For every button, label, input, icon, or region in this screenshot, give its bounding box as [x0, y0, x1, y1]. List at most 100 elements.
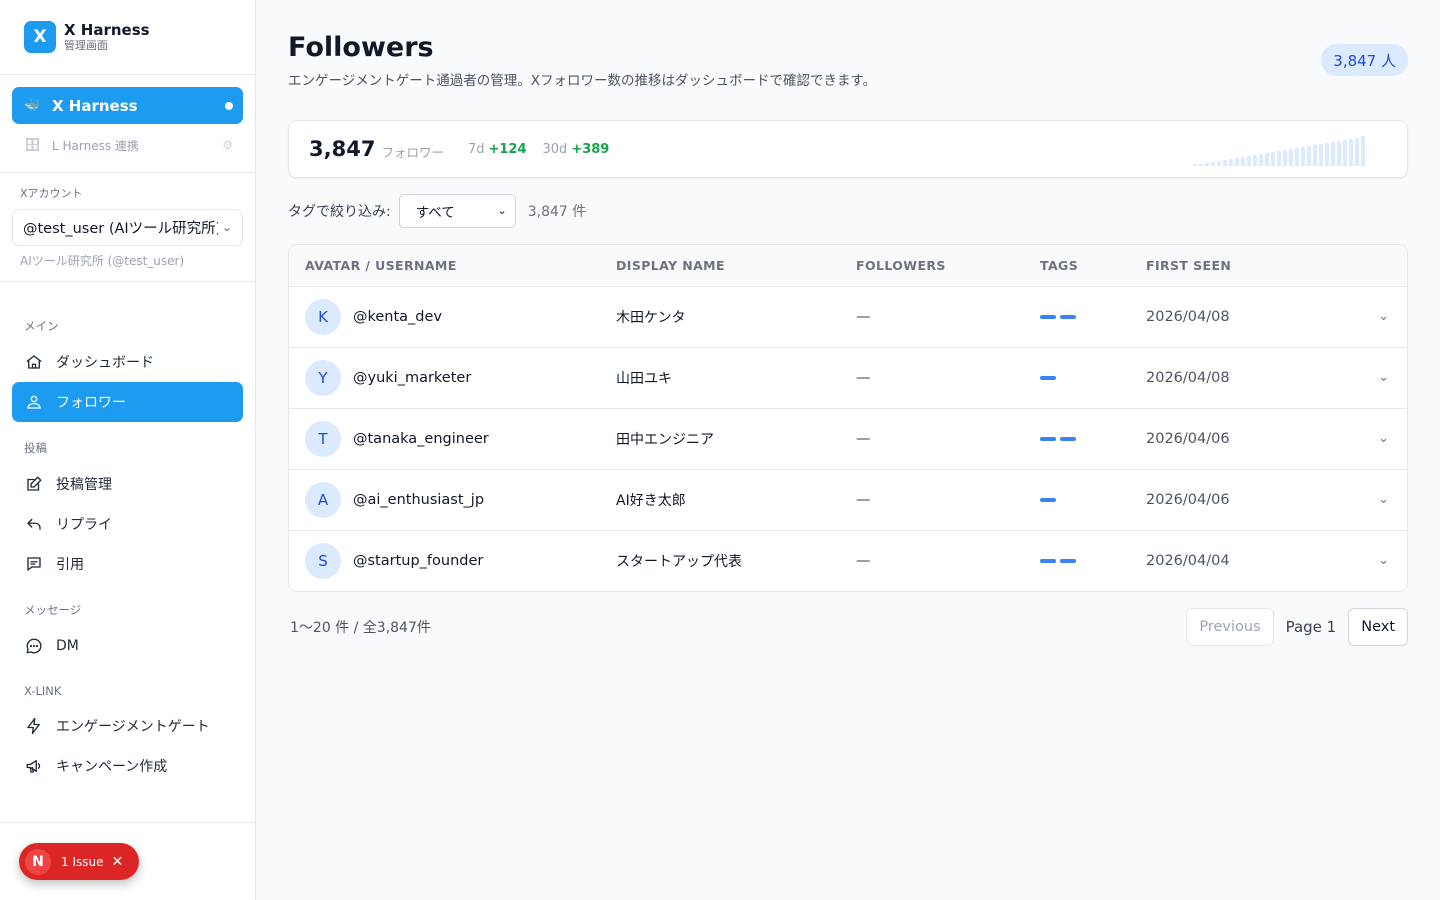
table-row[interactable]: S @startup_founder スタートアップ代表 — 2026/04/04 ⌄	[289, 530, 1407, 591]
sparkline-bar	[1289, 149, 1293, 166]
chevron-down-icon[interactable]: ⌄	[1378, 431, 1389, 446]
sparkline-bar	[1211, 162, 1215, 166]
username: @tanaka_engineer	[353, 430, 489, 447]
chevron-down-icon[interactable]: ⌄	[1378, 553, 1389, 568]
nav-section-posts: 投稿	[24, 441, 47, 455]
previous-button[interactable]: Previous	[1186, 608, 1274, 646]
user-cell: S @startup_founder	[305, 542, 616, 579]
issue-indicator[interactable]: N 1 Issue ✕	[19, 843, 139, 880]
tag-chip	[1040, 314, 1056, 319]
col-header-username[interactable]: AVATAR / USERNAME	[289, 245, 616, 287]
sparkline-bar	[1361, 136, 1365, 166]
avatar: S	[305, 542, 341, 579]
sparkline-bar	[1217, 161, 1221, 166]
sparkline-bar	[1271, 152, 1275, 166]
sparkline-bar	[1331, 142, 1335, 166]
avatar: A	[305, 481, 341, 518]
chevron-down-icon: ⌄	[497, 204, 507, 217]
chat-bubble-icon	[24, 636, 44, 656]
sidebar-item-reply[interactable]: リプライ	[12, 504, 243, 544]
tag-list	[1040, 375, 1146, 380]
chevron-down-icon[interactable]: ⌄	[1378, 309, 1389, 324]
close-icon[interactable]: ✕	[111, 854, 123, 870]
followers-count: —	[856, 491, 871, 508]
sidebar-item-label: DM	[56, 638, 79, 654]
tag-filter-select[interactable]: すべて ⌄	[398, 194, 516, 228]
tag-chip	[1040, 436, 1056, 441]
brand-title: X Harness	[64, 21, 150, 39]
app-switcher: 🐳 X Harness 🗄 L Harness 連携 ⚙	[0, 75, 255, 173]
nav-section-messages: メッセージ	[24, 603, 82, 617]
sparkline-bar	[1301, 147, 1305, 166]
account-label: Xアカウント	[20, 187, 83, 200]
chevron-down-icon[interactable]: ⌄	[1378, 370, 1389, 385]
sparkline-bar	[1313, 145, 1317, 166]
app-x-harness[interactable]: 🐳 X Harness	[12, 87, 243, 124]
active-dot	[225, 102, 233, 110]
stats-total-label: フォロワー	[381, 144, 444, 160]
first-seen-date: 2026/04/06	[1146, 430, 1230, 447]
brand-subtitle: 管理画面	[64, 39, 108, 52]
col-header-tags[interactable]: TAGS	[1040, 245, 1146, 287]
account-select-value: @test_user (AIツール研究所)	[23, 221, 222, 237]
sidebar-item-engagement-gate[interactable]: エンゲージメントゲート	[12, 706, 243, 746]
next-button[interactable]: Next	[1348, 608, 1408, 646]
followers-count: —	[856, 308, 871, 325]
followers-count: —	[856, 369, 871, 386]
sparkline-bar	[1193, 164, 1197, 166]
tag-chip	[1060, 436, 1076, 441]
message-square-icon	[24, 554, 44, 574]
tag-filter-label: タグで絞り込み:	[288, 204, 391, 220]
pagination-info: 1〜20 件 / 全3,847件	[290, 620, 431, 636]
sidebar-item-dashboard[interactable]: ダッシュボード	[12, 342, 243, 382]
table-row[interactable]: A @ai_enthusiast_jp AI好き太郎 — 2026/04/06 ⌄	[289, 469, 1407, 531]
display-name: 田中エンジニア	[616, 431, 714, 448]
pagination: 1〜20 件 / 全3,847件 Previous Page 1 Next	[288, 592, 1408, 662]
reply-icon	[24, 514, 44, 534]
sparkline-bar	[1295, 148, 1299, 166]
avatar: Y	[305, 359, 341, 396]
page-indicator: Page 1	[1285, 618, 1337, 636]
sparkline-bar	[1259, 154, 1263, 166]
first-seen-date: 2026/04/06	[1146, 491, 1230, 508]
sparkline-bar	[1355, 138, 1359, 166]
account-select[interactable]: @test_user (AIツール研究所) ⌄	[12, 209, 243, 246]
app-l-harness[interactable]: 🗄 L Harness 連携 ⚙	[12, 128, 243, 162]
first-seen-date: 2026/04/08	[1146, 369, 1230, 386]
stats-7d-delta: +124	[488, 141, 527, 157]
stats-total: 3,847	[309, 137, 376, 161]
tag-chip	[1040, 375, 1056, 380]
table-row[interactable]: T @tanaka_engineer 田中エンジニア — 2026/04/06 ⌄	[289, 408, 1407, 470]
sparkline-bar	[1247, 156, 1251, 166]
sparkline-bar	[1199, 164, 1203, 166]
tag-chip	[1040, 497, 1056, 502]
gear-icon[interactable]: ⚙	[222, 138, 233, 152]
sidebar-item-followers[interactable]: フォロワー	[12, 382, 243, 422]
follower-count-badge: 3,847 人	[1321, 44, 1408, 76]
sidebar-item-label: エンゲージメントゲート	[56, 719, 210, 735]
app-l-harness-label: L Harness 連携	[52, 138, 139, 153]
sidebar-item-dm[interactable]: DM	[12, 626, 243, 666]
issue-letter: N	[25, 848, 51, 875]
sidebar-item-quote[interactable]: 引用	[12, 544, 243, 584]
issue-label: 1 Issue	[61, 854, 104, 869]
col-header-display-name[interactable]: DISPLAY NAME	[616, 245, 856, 287]
user-cell: A @ai_enthusiast_jp	[305, 481, 616, 518]
sidebar-item-campaign[interactable]: キャンペーン作成	[12, 746, 243, 786]
table-row[interactable]: Y @yuki_marketer 山田ユキ — 2026/04/08 ⌄	[289, 347, 1407, 409]
col-header-first-seen[interactable]: FIRST SEEN	[1146, 245, 1346, 287]
sparkline-bar	[1235, 158, 1239, 166]
sparkline-bar	[1253, 155, 1257, 166]
sparkline-bar	[1277, 151, 1281, 166]
stats-30d-delta: +389	[571, 141, 610, 157]
display-name: 木田ケンタ	[616, 309, 686, 326]
sidebar-item-post-manage[interactable]: 投稿管理	[12, 464, 243, 504]
chevron-down-icon[interactable]: ⌄	[1378, 492, 1389, 507]
followers-table: AVATAR / USERNAME DISPLAY NAME FOLLOWERS…	[288, 244, 1408, 592]
sparkline-bar	[1343, 140, 1347, 166]
col-header-followers[interactable]: FOLLOWERS	[856, 245, 1040, 287]
table-row[interactable]: K @kenta_dev 木田ケンタ — 2026/04/08 ⌄	[289, 286, 1407, 348]
stats-7d-label: 7d	[467, 141, 485, 157]
sidebar-item-label: ダッシュボード	[56, 355, 154, 371]
display-name: スタートアップ代表	[616, 553, 742, 570]
